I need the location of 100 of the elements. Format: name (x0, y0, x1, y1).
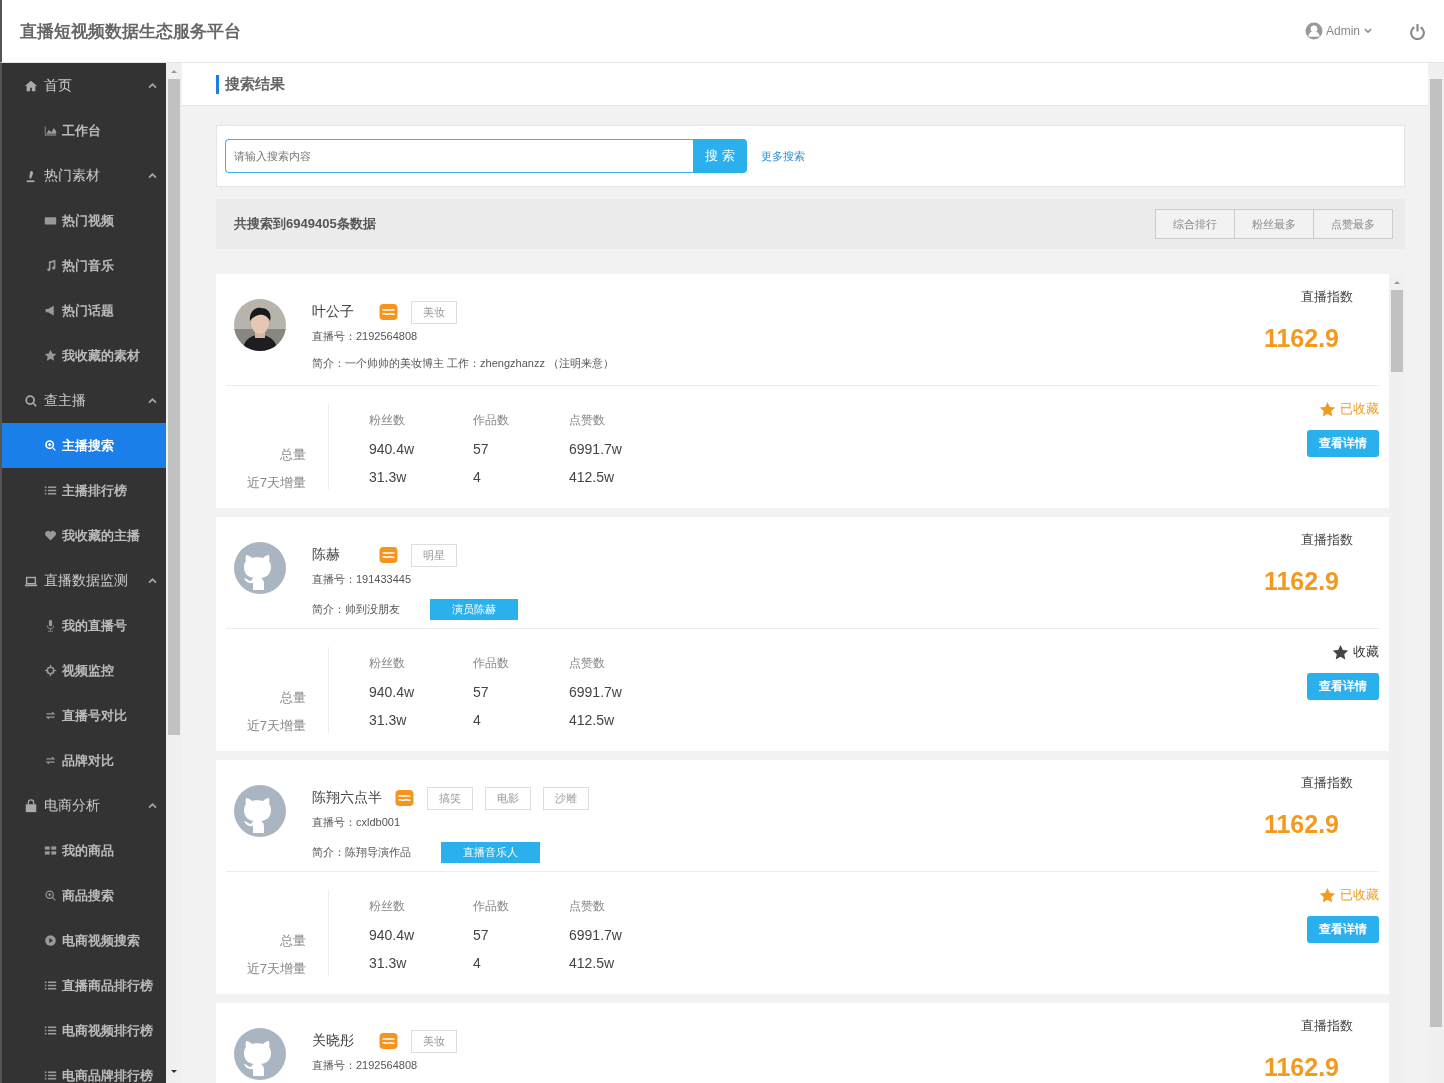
row-label: 近7天增量 (246, 474, 306, 490)
sidebar-item[interactable]: 直播商品排行榜 (2, 963, 166, 1008)
chevron-up-icon (147, 575, 158, 586)
page-title: 搜索结果 (216, 74, 285, 94)
sidebar-item[interactable]: 商品搜索 (2, 873, 166, 918)
bag-icon (24, 798, 38, 813)
play-icon (44, 934, 57, 947)
stat-value: 6991.7w (569, 441, 623, 457)
stat-value: 940.4w (369, 684, 416, 700)
intro-text: 简介：帅到没朋友 (312, 602, 400, 617)
stat-value: 31.3w (369, 469, 408, 485)
crosshair-icon (44, 664, 57, 677)
sort-button[interactable]: 点赞最多 (1313, 209, 1393, 239)
sidebar-item[interactable]: 电商视频搜索 (2, 918, 166, 963)
torch-icon (24, 168, 38, 183)
stat-value: 57 (473, 927, 490, 943)
index-label: 直播指数 (1301, 774, 1353, 792)
star-icon (1319, 400, 1336, 418)
stat-value: 31.3w (369, 712, 408, 728)
row-label: 近7天增量 (246, 717, 306, 733)
home-icon (24, 78, 38, 93)
sidebar-group[interactable]: 直播数据监测 (2, 558, 166, 603)
stat-header: 作品数 (473, 655, 510, 672)
sidebar-group[interactable]: 查主播 (2, 378, 166, 423)
stat-value: 940.4w (369, 441, 416, 457)
swap-icon (44, 709, 57, 722)
sidebar-item[interactable]: 电商视频排行榜 (2, 1008, 166, 1053)
index-label: 直播指数 (1301, 288, 1353, 306)
index-value: 1162.9 (1263, 1053, 1339, 1082)
row-label: 总量 (280, 689, 306, 705)
megaphone-icon (44, 304, 57, 317)
heart-icon (44, 529, 57, 542)
result-count: 共搜索到6949405条数据 (234, 215, 377, 233)
favorite-button[interactable]: 收藏 (1332, 643, 1379, 661)
sidebar-item[interactable]: 我的商品 (2, 828, 166, 873)
list-icon (44, 1069, 57, 1082)
avatar-icon (234, 1028, 286, 1080)
index-value: 1162.9 (1263, 810, 1339, 839)
sidebar-item[interactable]: 视频监控 (2, 648, 166, 693)
sidebar-group[interactable]: 电商分析 (2, 783, 166, 828)
more-search-link[interactable]: 更多搜索 (761, 148, 805, 164)
stat-header: 粉丝数 (369, 898, 406, 915)
stat-header: 作品数 (473, 412, 510, 429)
chevron-up-icon (147, 395, 158, 406)
stat-header: 点赞数 (569, 898, 606, 915)
sidebar-item[interactable]: 我收藏的素材 (2, 333, 166, 378)
sidebar-item[interactable]: 品牌对比 (2, 738, 166, 783)
index-label: 直播指数 (1301, 1017, 1353, 1035)
search-field[interactable]: 请输入搜索内容 (225, 139, 693, 173)
star-icon (44, 349, 57, 362)
sort-button[interactable]: 粉丝最多 (1234, 209, 1314, 239)
chevron-up-icon (147, 800, 158, 811)
shop-badge-icon (378, 545, 399, 565)
sidebar-group[interactable]: 首页 (2, 63, 166, 108)
video-icon (44, 214, 57, 227)
category-tag: 搞笑 (427, 786, 473, 810)
sidebar-item[interactable]: 电商品牌排行榜 (2, 1053, 166, 1083)
stat-value: 940.4w (369, 927, 416, 943)
user-icon (1305, 22, 1323, 40)
row-label: 总量 (280, 932, 306, 948)
index-value: 1162.9 (1263, 567, 1339, 596)
sidebar-item[interactable]: 热门话题 (2, 288, 166, 333)
chevron-up-icon (147, 80, 158, 91)
sidebar-item[interactable]: 热门视频 (2, 198, 166, 243)
anchor-name: 关晓彤 (312, 1032, 355, 1050)
search-plus-icon (44, 889, 57, 902)
stat-value: 31.3w (369, 955, 408, 971)
sidebar-item[interactable]: 工作台 (2, 108, 166, 153)
stat-value: 57 (473, 684, 490, 700)
stat-value: 6991.7w (569, 684, 623, 700)
list-icon (44, 484, 57, 497)
stat-value: 4 (473, 712, 482, 728)
stat-value: 412.5w (569, 712, 616, 728)
stat-header: 粉丝数 (369, 655, 406, 672)
music-icon (44, 259, 57, 272)
stat-header: 作品数 (473, 898, 510, 915)
app-title: 直播短视频数据生态服务平台 (20, 20, 241, 43)
sidebar-item[interactable]: 直播号对比 (2, 693, 166, 738)
sidebar-group[interactable]: 热门素材 (2, 153, 166, 198)
sidebar-item[interactable]: 热门音乐 (2, 243, 166, 288)
sidebar-item[interactable]: 主播搜索 (2, 423, 166, 468)
highlight-tag: 演员陈赫 (430, 599, 518, 620)
sort-button[interactable]: 综合排行 (1155, 209, 1235, 239)
stat-header: 点赞数 (569, 412, 606, 429)
account-id: 直播号：cxldb001 (312, 815, 402, 830)
chart-icon (44, 124, 57, 137)
sidebar-item[interactable]: 我收藏的主播 (2, 513, 166, 558)
sidebar-item[interactable]: 我的直播号 (2, 603, 166, 648)
index-value: 1162.9 (1263, 324, 1339, 353)
stat-value: 412.5w (569, 469, 616, 485)
user-menu[interactable]: Admin (1326, 24, 1360, 38)
microphone-icon (44, 619, 57, 632)
avatar-icon (234, 785, 286, 837)
search-plus-icon (44, 439, 57, 452)
category-tag: 美妆 (411, 1029, 457, 1053)
sidebar-item[interactable]: 主播排行榜 (2, 468, 166, 513)
star-icon (1332, 643, 1349, 661)
star-icon (1319, 886, 1336, 904)
category-tag: 明星 (411, 543, 457, 567)
stat-value: 4 (473, 469, 482, 485)
